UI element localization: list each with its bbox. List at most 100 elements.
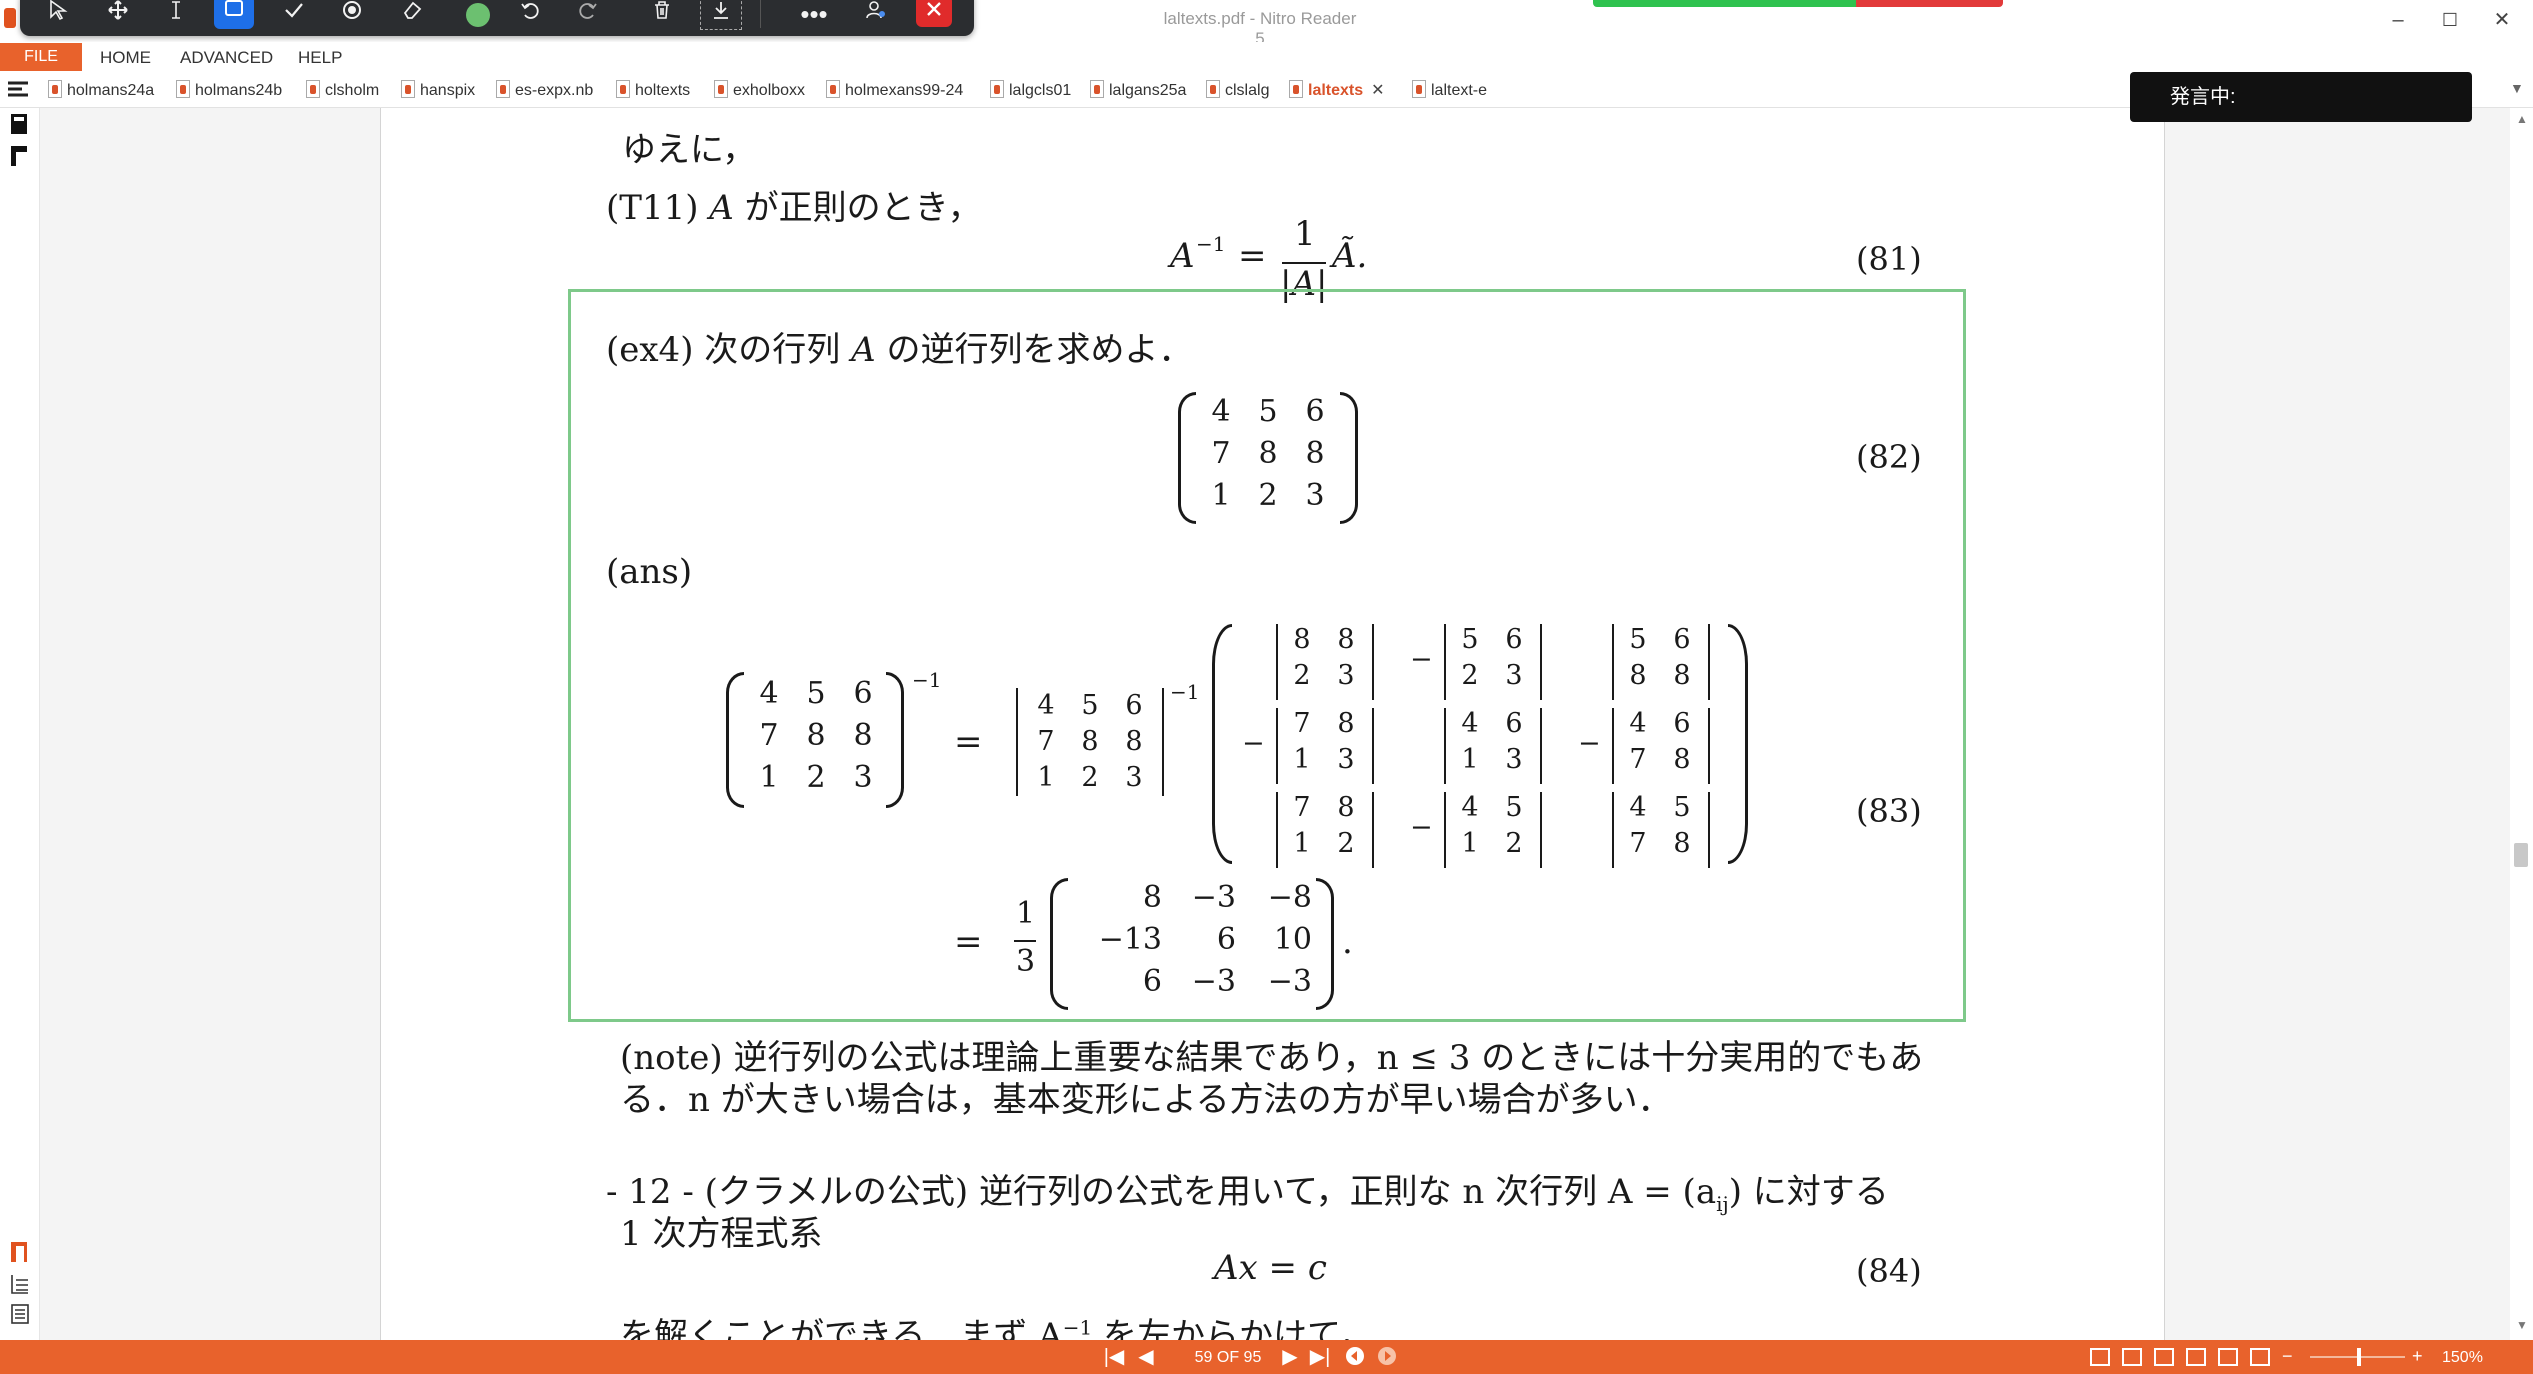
- theorem-t11: (T11) A が正則のとき，: [606, 180, 982, 229]
- recording-indicator: [1593, 0, 2003, 7]
- tab-holtexts[interactable]: holtexts: [616, 79, 690, 103]
- tab-clsholm[interactable]: clsholm: [306, 79, 379, 103]
- det-cell: 1: [1293, 828, 1311, 859]
- maximize-button[interactable]: ☐: [2428, 4, 2472, 36]
- redo-icon[interactable]: [568, 0, 608, 34]
- tab-holmexans99-24[interactable]: holmexans99-24: [826, 79, 963, 103]
- color-dot-icon[interactable]: [466, 3, 490, 27]
- det-bar-left: [1612, 708, 1614, 784]
- first-page-icon[interactable]: |◀: [1100, 1345, 1128, 1369]
- facing-view-icon[interactable]: [2154, 1348, 2174, 1366]
- scroll-thumb[interactable]: [2514, 843, 2528, 867]
- app-logo: [4, 8, 16, 28]
- tab-es-expx[interactable]: es-expx.nb: [496, 79, 593, 103]
- matrix-82: 4 5 6 7 8 8 1 2 3: [1178, 392, 1360, 524]
- zoom-level[interactable]: 150%: [2442, 1347, 2483, 1369]
- det-cell: 4: [1629, 708, 1647, 739]
- menu-advanced[interactable]: ADVANCED: [180, 46, 273, 70]
- pan-icon[interactable]: [98, 0, 138, 34]
- det-cell: 1: [1037, 762, 1055, 793]
- det-cell: 6: [1125, 690, 1143, 721]
- tab-holmans24b[interactable]: holmans24b: [176, 79, 282, 103]
- det-cell: 3: [1505, 744, 1523, 775]
- eq84: Ax = c: [1214, 1248, 1327, 1288]
- next-page-icon[interactable]: ▶: [1278, 1345, 1302, 1369]
- det-cell: 6: [1673, 624, 1691, 655]
- menu-file[interactable]: FILE: [0, 43, 82, 71]
- previous-view-icon[interactable]: [1342, 1345, 1368, 1369]
- pages-panel-icon[interactable]: [8, 112, 32, 136]
- cofactor-21: 7 8 1 3: [1276, 708, 1374, 784]
- rectangle-icon[interactable]: [214, 0, 254, 29]
- single-page-view-icon[interactable]: [2090, 1348, 2110, 1366]
- page-indicator[interactable]: 59 OF 95: [1178, 1347, 1278, 1369]
- det-cell: 7: [1037, 726, 1055, 757]
- outline-panel-icon[interactable]: [8, 1272, 32, 1296]
- ex4-text2: の逆行列を求めよ．: [886, 330, 1193, 370]
- zoom-in-button[interactable]: +: [2412, 1346, 2423, 1367]
- download-icon[interactable]: [700, 0, 742, 30]
- tab-holmans24a[interactable]: holmans24a: [48, 79, 154, 103]
- comments-panel-icon[interactable]: [8, 1240, 32, 1264]
- scroll-down-arrow-icon[interactable]: ▼: [2516, 1318, 2528, 1332]
- status-bar: |◀ ◀ 59 OF 95 ▶ ▶| − + 150%: [0, 1340, 2533, 1374]
- eraser-icon[interactable]: [392, 0, 432, 34]
- select-arrow-icon[interactable]: [38, 0, 78, 34]
- det-cell: 2: [1461, 660, 1479, 691]
- undo-icon[interactable]: [510, 0, 550, 34]
- vertical-scrollbar[interactable]: ▲ ▼: [2510, 108, 2533, 1340]
- ex4-label: (ex4): [606, 330, 694, 370]
- facing-continuous-view-icon[interactable]: [2186, 1348, 2206, 1366]
- det-cell: 8: [1337, 708, 1355, 739]
- tab-laltexts[interactable]: laltexts ✕: [1289, 79, 1385, 103]
- menu-help[interactable]: HELP: [298, 46, 342, 70]
- eq83-number: (83): [1856, 792, 1922, 830]
- previous-page-icon[interactable]: ◀: [1134, 1345, 1158, 1369]
- tab-list-dropdown-icon[interactable]: ▼: [2510, 80, 2524, 96]
- tab-label: hanspix: [420, 82, 476, 99]
- matrix-cell: 8: [1142, 880, 1162, 915]
- fit-width-icon[interactable]: [2218, 1348, 2238, 1366]
- close-toolbar-button[interactable]: [916, 0, 952, 27]
- matrix-cell: −13: [1098, 922, 1162, 957]
- tab-lalgcls01[interactable]: lalgcls01: [990, 79, 1071, 103]
- det-cell: 6: [1673, 708, 1691, 739]
- user-settings-icon[interactable]: [856, 0, 896, 34]
- matrix-cell: 2: [806, 760, 826, 795]
- check-icon[interactable]: [274, 0, 314, 34]
- zoom-slider-thumb[interactable]: [2357, 1348, 2361, 1366]
- det-bar-left: [1016, 688, 1018, 796]
- tab-laltext-e[interactable]: laltext-e: [1412, 79, 1487, 103]
- tab-exholboxx[interactable]: exholboxx: [714, 79, 805, 103]
- tab-clslalg[interactable]: clslalg: [1206, 79, 1269, 103]
- speaking-overlay: 発言中:: [2130, 72, 2472, 122]
- det-cell: 5: [1629, 624, 1647, 655]
- pdf-file-icon: [714, 80, 728, 98]
- trash-icon[interactable]: [642, 0, 682, 34]
- continuous-view-icon[interactable]: [2122, 1348, 2142, 1366]
- zoom-out-button[interactable]: −: [2282, 1346, 2293, 1367]
- det-cell: 2: [1505, 828, 1523, 859]
- menu-home[interactable]: HOME: [100, 46, 151, 70]
- more-icon[interactable]: •••: [794, 0, 834, 34]
- eq81-equals: =: [1238, 236, 1267, 276]
- next-view-icon[interactable]: [1374, 1345, 1400, 1369]
- tab-lalgans25a[interactable]: lalgans25a: [1090, 79, 1186, 103]
- text-cursor-icon[interactable]: [156, 0, 196, 34]
- panel-toggle-icon[interactable]: [6, 80, 30, 100]
- close-window-button[interactable]: ✕: [2480, 4, 2524, 36]
- tab-label: laltext-e: [1431, 82, 1488, 99]
- eq81-number: (81): [1856, 240, 1922, 278]
- fit-page-icon[interactable]: [2250, 1348, 2270, 1366]
- tab-close-icon[interactable]: ✕: [1371, 79, 1384, 103]
- minimize-button[interactable]: –: [2376, 4, 2420, 36]
- det-cell: 8: [1673, 828, 1691, 859]
- bookmarks-panel-icon[interactable]: [8, 144, 32, 168]
- text-yueni: ゆえに，: [622, 130, 757, 170]
- stamp-icon[interactable]: [332, 0, 372, 34]
- tab-hanspix[interactable]: hanspix: [401, 79, 475, 103]
- toolbar-divider: [760, 0, 761, 28]
- last-page-icon[interactable]: ▶|: [1306, 1345, 1334, 1369]
- left-panel-rail: [0, 108, 40, 1340]
- scroll-up-arrow-icon[interactable]: ▲: [2516, 112, 2528, 126]
